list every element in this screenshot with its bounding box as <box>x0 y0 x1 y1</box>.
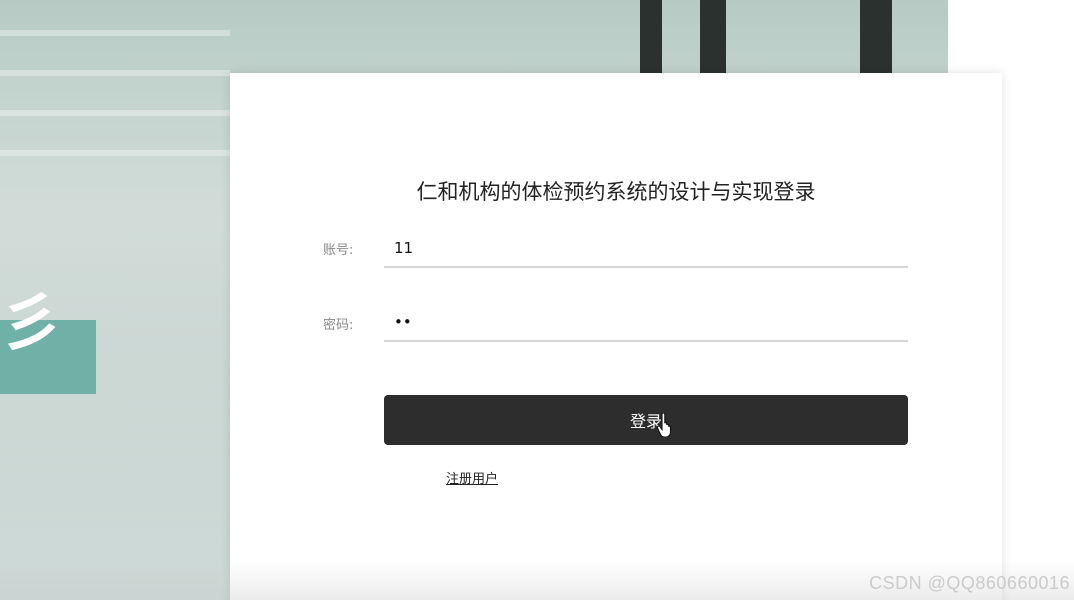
ceiling-beam <box>0 30 230 36</box>
background-pillar <box>860 0 892 75</box>
ceiling-beam <box>0 70 230 76</box>
background-pillar <box>700 0 726 75</box>
watermark: CSDN @QQ860660016 <box>869 573 1070 593</box>
register-link[interactable]: 注册用户 <box>446 468 498 487</box>
login-title: 仁和机构的体检预约系统的设计与实现登录 <box>416 180 816 204</box>
background-glyph: 彡 <box>0 286 63 359</box>
account-input[interactable] <box>384 230 908 268</box>
account-label: 账号: <box>323 243 354 258</box>
background-pillar <box>640 0 662 75</box>
ceiling-beam <box>0 150 230 156</box>
login-button[interactable]: 登录 <box>384 395 908 445</box>
password-input[interactable] <box>384 304 908 342</box>
password-label: 密码: <box>323 318 354 333</box>
ceiling-beam <box>0 110 230 116</box>
login-card: 仁和机构的体检预约系统的设计与实现登录 账号: 密码: 登录 注册用户 <box>230 73 1002 600</box>
hand-pointer-icon <box>656 413 672 437</box>
